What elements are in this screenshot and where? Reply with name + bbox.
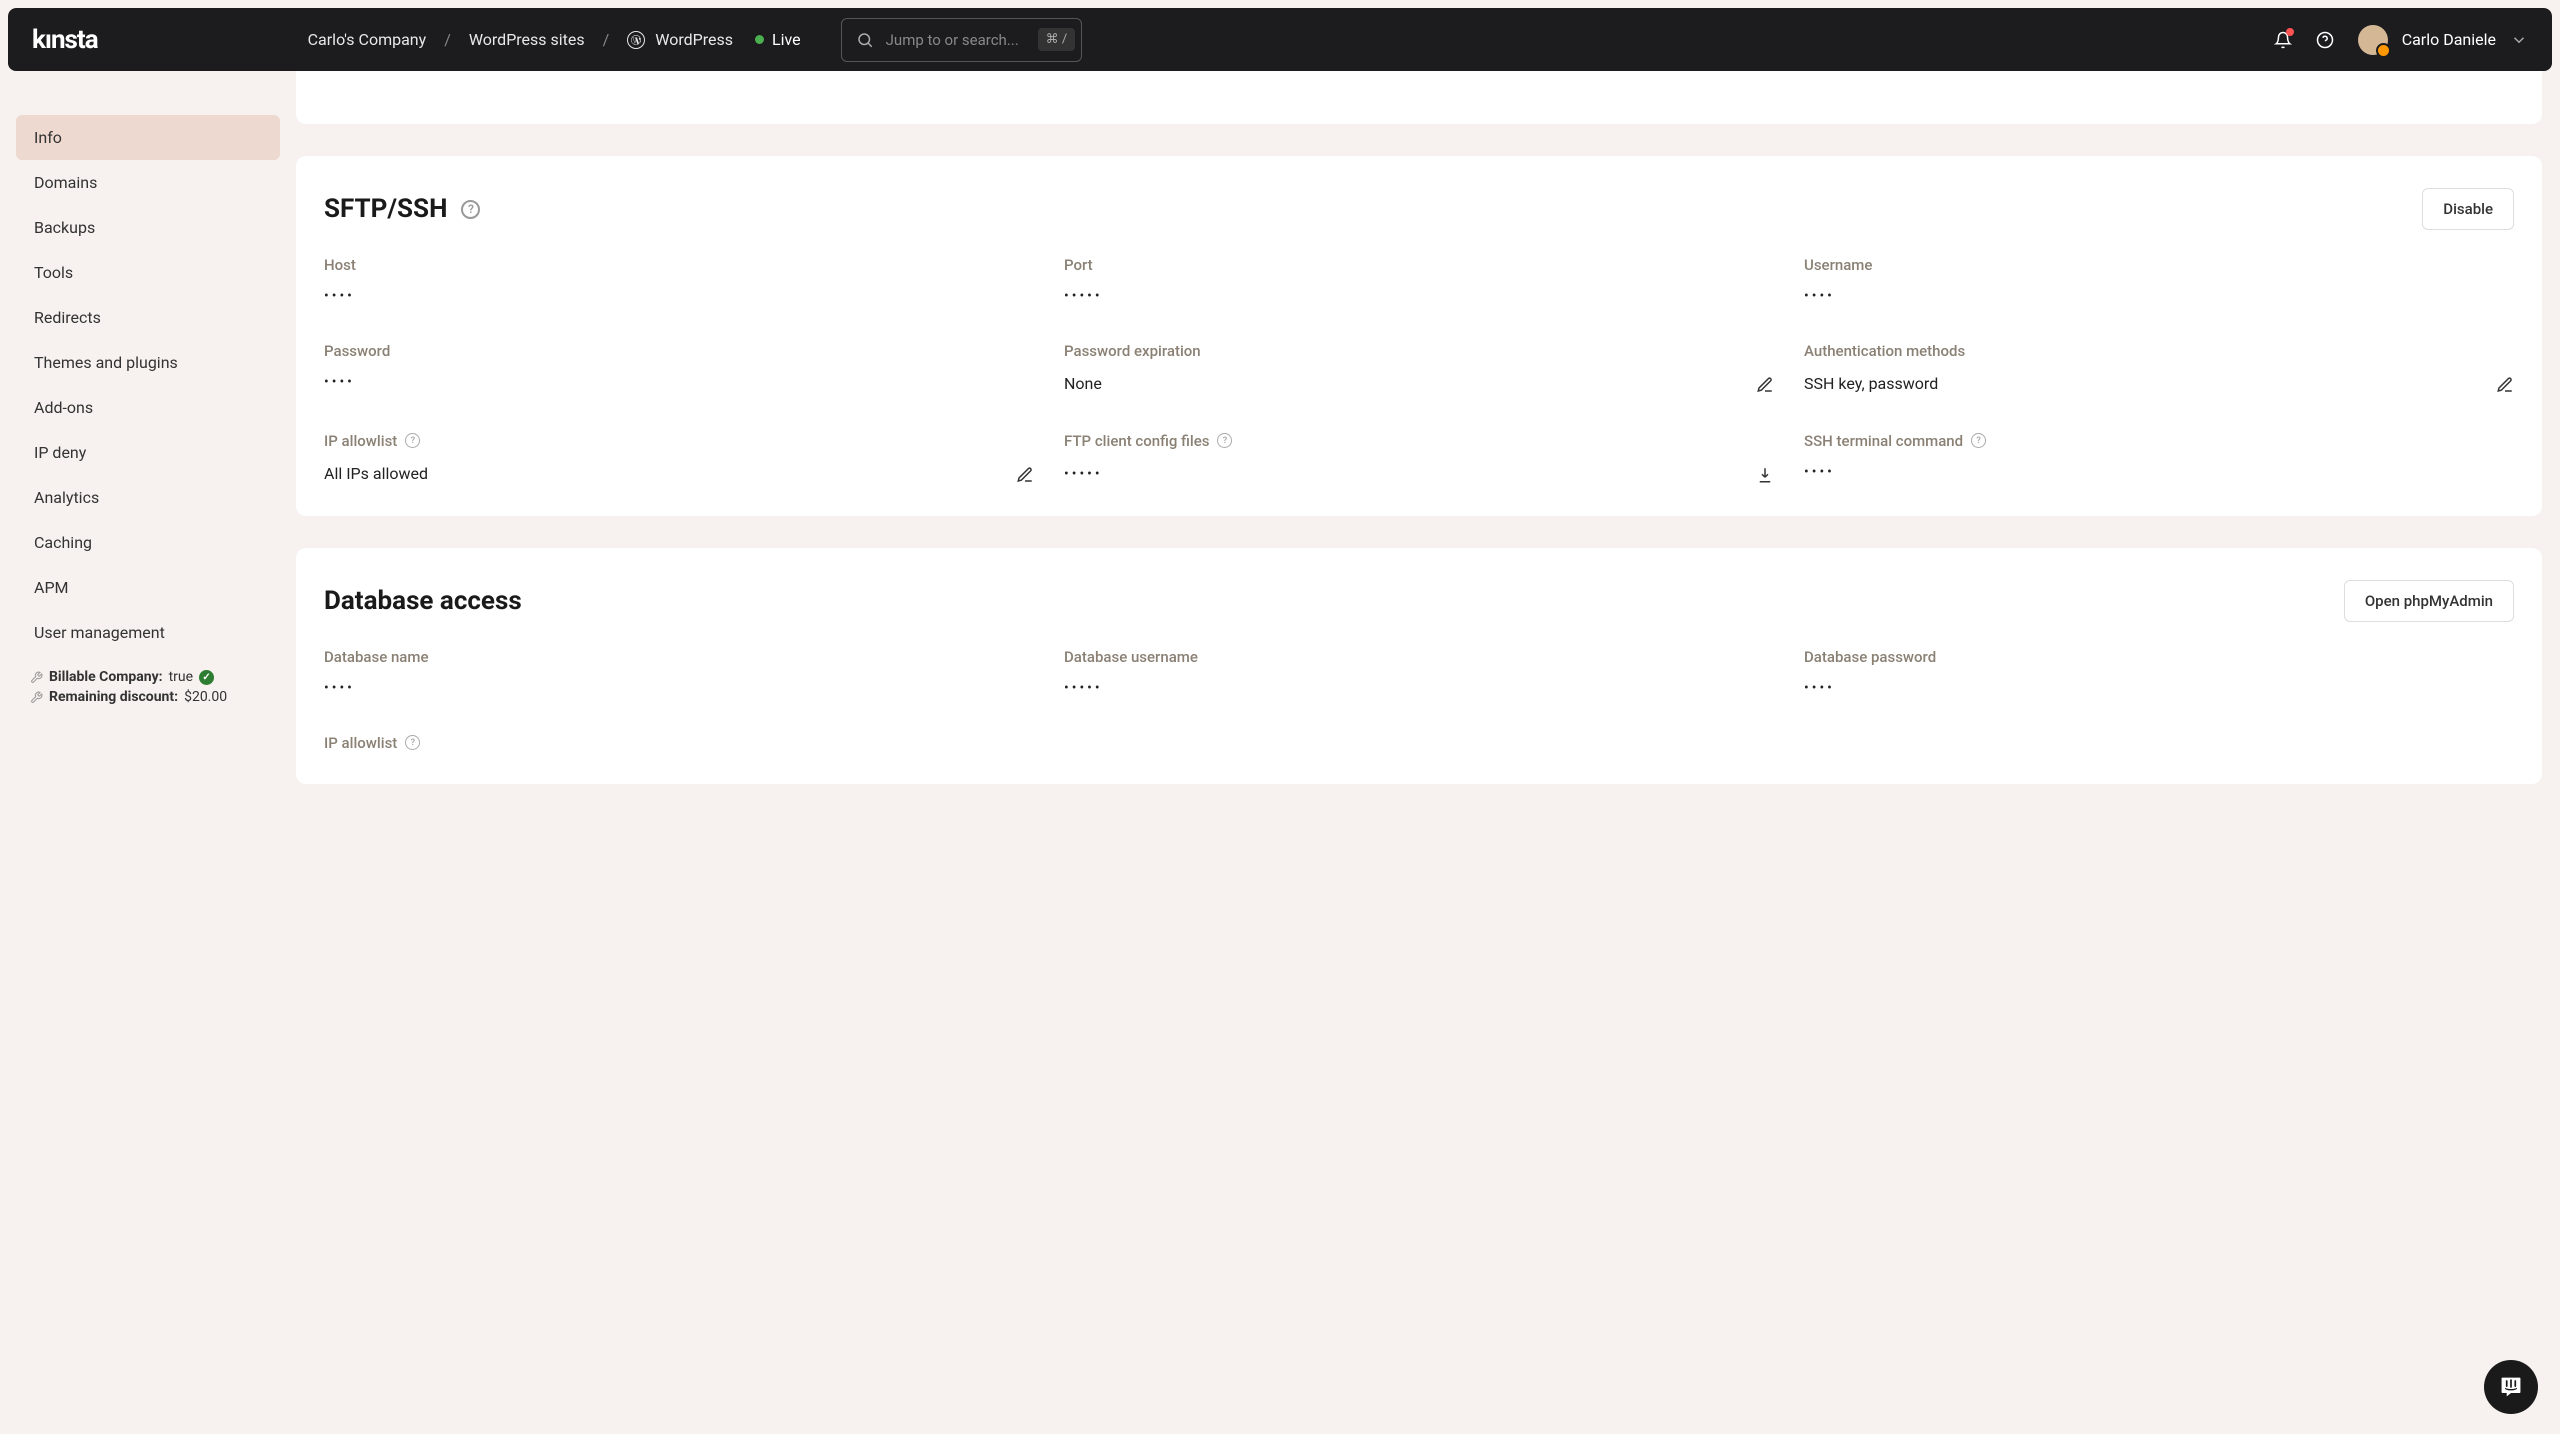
- ssh-cmd-value: ••••: [1804, 464, 1835, 480]
- password-label: Password: [324, 342, 1034, 360]
- breadcrumb-sep: /: [444, 30, 451, 49]
- edit-icon[interactable]: [1756, 374, 1774, 394]
- help-icon[interactable]: ?: [1217, 433, 1232, 448]
- sftp-card: SFTP/SSH ? Disable Host •••• Port •••••: [296, 156, 2542, 516]
- password-value: ••••: [324, 374, 355, 390]
- avatar: [2358, 25, 2388, 55]
- sidebar-item-backups[interactable]: Backups: [16, 205, 280, 250]
- wrench-icon: [30, 671, 43, 684]
- discount-label: Remaining discount:: [49, 689, 178, 705]
- card-title: Database access: [324, 586, 522, 616]
- sidebar-item-caching[interactable]: Caching: [16, 520, 280, 565]
- sidebar-item-addons[interactable]: Add-ons: [16, 385, 280, 430]
- username-label: Username: [1804, 256, 2514, 274]
- environment-indicator[interactable]: Live: [755, 30, 801, 49]
- open-phpmyadmin-button[interactable]: Open phpMyAdmin: [2344, 580, 2514, 622]
- port-value: •••••: [1064, 288, 1103, 304]
- logo[interactable]: kınsta: [32, 25, 98, 55]
- help-icon[interactable]: ?: [405, 735, 420, 750]
- breadcrumb-company[interactable]: Carlo's Company: [308, 30, 427, 49]
- sidebar-item-tools[interactable]: Tools: [16, 250, 280, 295]
- db-ip-allowlist-label: IP allowlist ?: [324, 734, 1034, 752]
- ip-allowlist-value: All IPs allowed: [324, 464, 428, 483]
- ssh-cmd-label: SSH terminal command ?: [1804, 432, 2514, 450]
- edit-icon[interactable]: [1016, 464, 1034, 484]
- sidebar: Info Domains Backups Tools Redirects The…: [8, 71, 288, 804]
- sidebar-item-apm[interactable]: APM: [16, 565, 280, 610]
- port-label: Port: [1064, 256, 1774, 274]
- help-icon[interactable]: ?: [1971, 433, 1986, 448]
- chat-icon: [2499, 1375, 2523, 1399]
- sidebar-footer: Billable Company: true ✓ Remaining disco…: [16, 655, 280, 705]
- host-value: ••••: [324, 288, 355, 304]
- sidebar-item-info[interactable]: Info: [16, 115, 280, 160]
- discount-value: $20.00: [184, 689, 227, 705]
- help-icon[interactable]: ?: [461, 200, 480, 219]
- sidebar-item-redirects[interactable]: Redirects: [16, 295, 280, 340]
- breadcrumb: Carlo's Company / WordPress sites / Word…: [308, 30, 801, 49]
- db-name-label: Database name: [324, 648, 1034, 666]
- auth-methods-value: SSH key, password: [1804, 374, 1938, 393]
- sidebar-item-ipdeny[interactable]: IP deny: [16, 430, 280, 475]
- db-pass-value: ••••: [1804, 680, 1835, 696]
- chevron-down-icon: [2510, 30, 2528, 50]
- sidebar-item-users[interactable]: User management: [16, 610, 280, 655]
- db-name-value: ••••: [324, 680, 355, 696]
- ip-allowlist-label: IP allowlist ?: [324, 432, 1034, 450]
- intercom-launcher[interactable]: [2484, 1360, 2538, 1414]
- search-box[interactable]: ⌘ /: [841, 18, 1083, 62]
- notification-dot-icon: [2286, 28, 2294, 36]
- card-partial-top: [296, 71, 2542, 124]
- username-value: ••••: [1804, 288, 1835, 304]
- ftp-config-label: FTP client config files ?: [1064, 432, 1774, 450]
- download-icon[interactable]: [1756, 464, 1774, 484]
- auth-methods-label: Authentication methods: [1804, 342, 2514, 360]
- main-content: SFTP/SSH ? Disable Host •••• Port •••••: [288, 71, 2552, 804]
- search-icon: [856, 31, 874, 49]
- edit-icon[interactable]: [2496, 374, 2514, 394]
- search-input[interactable]: [886, 31, 1026, 49]
- user-name: Carlo Daniele: [2402, 30, 2496, 49]
- wordpress-icon: [627, 31, 645, 49]
- billable-value: true: [169, 669, 193, 685]
- wrench-icon: [30, 691, 43, 704]
- search-kbd: ⌘ /: [1038, 28, 1076, 51]
- help-icon[interactable]: ?: [405, 433, 420, 448]
- breadcrumb-site[interactable]: WordPress: [627, 30, 733, 49]
- live-dot-icon: [755, 35, 764, 44]
- host-label: Host: [324, 256, 1034, 274]
- user-menu[interactable]: Carlo Daniele: [2358, 25, 2528, 55]
- pw-expiration-label: Password expiration: [1064, 342, 1774, 360]
- ftp-config-value: •••••: [1064, 466, 1103, 482]
- sidebar-item-themes[interactable]: Themes and plugins: [16, 340, 280, 385]
- db-user-label: Database username: [1064, 648, 1774, 666]
- help-icon: [2316, 31, 2334, 49]
- db-pass-label: Database password: [1804, 648, 2514, 666]
- help-button[interactable]: [2316, 30, 2334, 50]
- billable-label: Billable Company:: [49, 669, 163, 685]
- db-user-value: •••••: [1064, 680, 1103, 696]
- check-icon: ✓: [199, 670, 214, 685]
- notifications-bell[interactable]: [2274, 30, 2292, 50]
- database-card: Database access Open phpMyAdmin Database…: [296, 548, 2542, 784]
- breadcrumb-section[interactable]: WordPress sites: [469, 30, 585, 49]
- sidebar-item-domains[interactable]: Domains: [16, 160, 280, 205]
- breadcrumb-sep: /: [603, 30, 610, 49]
- pw-expiration-value: None: [1064, 374, 1102, 393]
- top-header: kınsta Carlo's Company / WordPress sites…: [8, 8, 2552, 71]
- card-title: SFTP/SSH ?: [324, 194, 480, 224]
- disable-button[interactable]: Disable: [2422, 188, 2514, 230]
- sidebar-item-analytics[interactable]: Analytics: [16, 475, 280, 520]
